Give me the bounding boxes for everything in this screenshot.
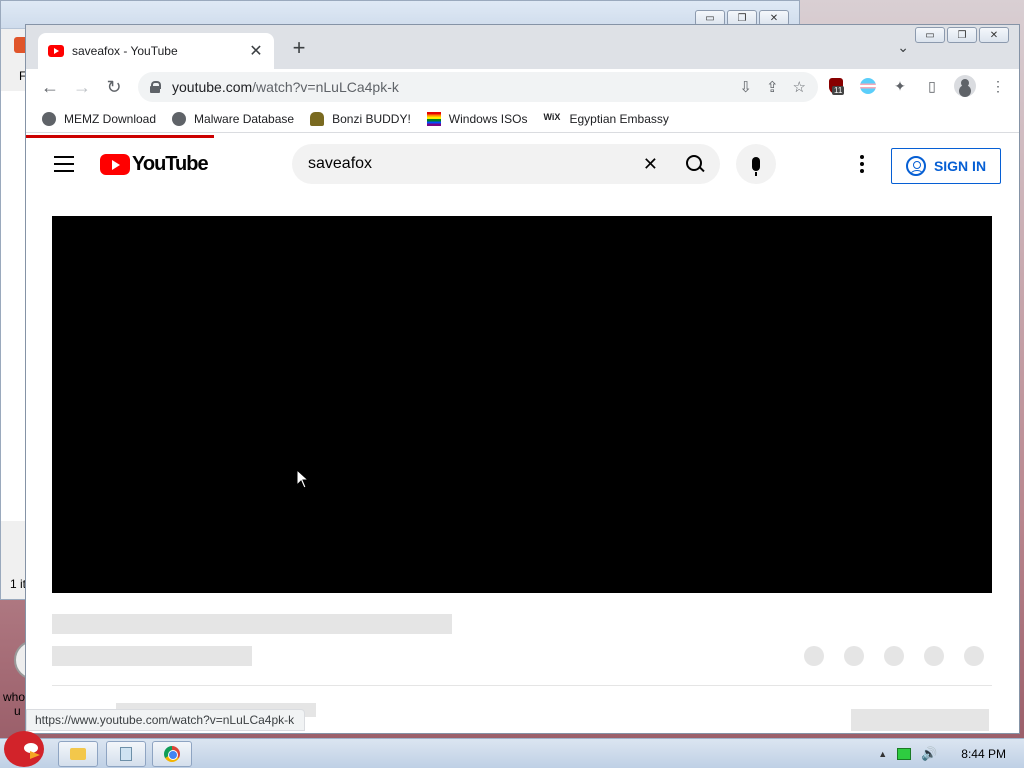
taskbar: ▲ 🔊 8:44 PM bbox=[0, 731, 1024, 768]
microphone-icon bbox=[752, 157, 760, 176]
address-bar[interactable]: youtube.com/watch?v=nLuLCa4pk-k ⇩ ⇪ ☆ bbox=[138, 72, 818, 102]
bookmark-label: Bonzi BUDDY! bbox=[332, 111, 411, 126]
omnibox-actions: ⇩ ⇪ ☆ bbox=[739, 78, 806, 96]
taskbar-explorer-button[interactable] bbox=[58, 741, 98, 767]
url-text[interactable]: youtube.com/watch?v=nLuLCa4pk-k bbox=[172, 79, 739, 95]
profile-avatar-icon[interactable] bbox=[954, 75, 976, 97]
extensions-puzzle-icon[interactable]: ✦ bbox=[890, 76, 910, 96]
youtube-favicon-icon bbox=[48, 45, 64, 57]
bookmark-malware-database[interactable]: Malware Database bbox=[172, 111, 295, 126]
extension-badge: 11 bbox=[832, 86, 845, 95]
forward-button[interactable]: → bbox=[66, 71, 98, 103]
tab-strip[interactable]: saveafox - YouTube ✕ + ⌄ ▭ ❐ ✕ bbox=[26, 25, 1019, 69]
reload-button[interactable]: ↻ bbox=[98, 71, 130, 103]
show-hidden-icons-icon[interactable]: ▲ bbox=[878, 749, 887, 759]
clear-search-icon[interactable]: ✕ bbox=[643, 154, 658, 175]
sign-in-label: SIGN IN bbox=[933, 158, 987, 174]
youtube-logo[interactable]: YouTube bbox=[100, 153, 209, 176]
url-host: youtube.com bbox=[172, 79, 253, 95]
action-placeholder bbox=[884, 646, 904, 666]
chrome-window: saveafox - YouTube ✕ + ⌄ ▭ ❐ ✕ ← → ↻ you… bbox=[25, 24, 1020, 734]
side-panel-icon[interactable]: ▯ bbox=[922, 76, 942, 96]
title-placeholder bbox=[52, 614, 452, 634]
action-placeholder bbox=[964, 646, 984, 666]
notepad-icon bbox=[120, 747, 132, 761]
tab-search-chevron-icon[interactable]: ⌄ bbox=[897, 39, 909, 56]
wix-icon: WiX bbox=[543, 111, 561, 122]
system-tray: ▲ 🔊 8:44 PM bbox=[878, 739, 1006, 768]
youtube-play-icon bbox=[100, 154, 130, 175]
chrome-menu-icon[interactable]: ⋮ bbox=[988, 76, 1008, 96]
bookmark-label: Malware Database bbox=[194, 111, 295, 126]
back-button[interactable]: ← bbox=[34, 71, 66, 103]
bookmark-label: Egyptian Embassy bbox=[569, 111, 669, 126]
youtube-header: YouTube ✕ SIGN IN bbox=[26, 138, 1019, 194]
browser-toolbar: ← → ↻ youtube.com/watch?v=nLuLCa4pk-k ⇩ … bbox=[26, 69, 1019, 105]
extension-icons: 11 ✦ ▯ ⋮ bbox=[826, 75, 1008, 97]
tab-close-icon[interactable]: ✕ bbox=[248, 41, 264, 61]
new-tab-button[interactable]: + bbox=[288, 37, 310, 59]
globe-icon bbox=[172, 111, 187, 126]
taskbar-notepad-button[interactable] bbox=[106, 741, 146, 767]
link-status-bubble: https://www.youtube.com/watch?v=nLuLCa4p… bbox=[26, 709, 306, 731]
search-icon[interactable] bbox=[686, 155, 704, 173]
taskbar-chrome-button[interactable] bbox=[152, 741, 192, 767]
minimize-button[interactable]: ▭ bbox=[915, 27, 945, 43]
video-player[interactable] bbox=[52, 216, 992, 593]
network-icon[interactable] bbox=[897, 748, 912, 760]
side-text-2: u bbox=[14, 704, 21, 718]
install-app-icon[interactable]: ⇩ bbox=[739, 78, 752, 96]
bookmark-label: MEMZ Download bbox=[64, 111, 157, 126]
side-text-1: who bbox=[3, 690, 26, 704]
flag-extension-icon[interactable] bbox=[858, 76, 878, 96]
chrome-icon bbox=[164, 746, 180, 762]
account-circle-icon bbox=[905, 156, 926, 176]
volume-icon[interactable]: 🔊 bbox=[921, 746, 937, 762]
search-input[interactable] bbox=[308, 155, 643, 173]
share-icon[interactable]: ⇪ bbox=[766, 78, 779, 96]
bookmark-bonzi-buddy[interactable]: Bonzi BUDDY! bbox=[310, 111, 411, 126]
sign-in-button[interactable]: SIGN IN bbox=[891, 148, 1001, 184]
search-box[interactable]: ✕ bbox=[292, 144, 720, 184]
settings-more-icon[interactable] bbox=[860, 155, 864, 173]
action-placeholder bbox=[804, 646, 824, 666]
restore-button[interactable]: ❐ bbox=[947, 27, 977, 43]
bookmarks-bar: MEMZ Download Malware Database Bonzi BUD… bbox=[26, 105, 1019, 133]
windows-iso-icon bbox=[426, 111, 441, 126]
bookmark-memz-download[interactable]: MEMZ Download bbox=[42, 111, 157, 126]
close-button[interactable]: ✕ bbox=[979, 27, 1009, 43]
url-path: /watch?v=nLuLCa4pk-k bbox=[252, 79, 399, 95]
youtube-logo-text: YouTube bbox=[132, 153, 209, 175]
subscribe-placeholder bbox=[851, 709, 989, 731]
globe-icon bbox=[42, 111, 56, 126]
bookmark-star-icon[interactable]: ☆ bbox=[793, 78, 806, 96]
tab-youtube[interactable]: saveafox - YouTube ✕ bbox=[38, 33, 274, 69]
status-fragment: 1 it bbox=[10, 577, 27, 591]
bookmark-label: Windows ISOs bbox=[448, 111, 528, 126]
angry-bird-icon bbox=[4, 731, 44, 767]
start-button[interactable] bbox=[4, 731, 48, 768]
folder-icon bbox=[70, 748, 86, 760]
clock[interactable]: 8:44 PM bbox=[961, 747, 1006, 761]
ublock-extension-icon[interactable]: 11 bbox=[826, 76, 846, 96]
divider bbox=[52, 685, 992, 686]
flag-icon bbox=[860, 78, 876, 94]
menu-icon[interactable] bbox=[54, 156, 74, 172]
action-placeholder bbox=[844, 646, 864, 666]
side-panel-strip bbox=[1, 91, 27, 521]
metadata-placeholder bbox=[52, 646, 252, 666]
bookmark-windows-isos[interactable]: Windows ISOs bbox=[426, 111, 528, 126]
bonzi-icon bbox=[310, 111, 325, 126]
voice-search-button[interactable] bbox=[736, 144, 776, 184]
lock-icon[interactable] bbox=[150, 81, 161, 93]
tab-title: saveafox - YouTube bbox=[72, 44, 178, 58]
action-placeholder bbox=[924, 646, 944, 666]
bookmark-egyptian-embassy[interactable]: WiX Egyptian Embassy bbox=[543, 112, 668, 126]
window-controls: ▭ ❐ ✕ bbox=[915, 27, 1009, 43]
